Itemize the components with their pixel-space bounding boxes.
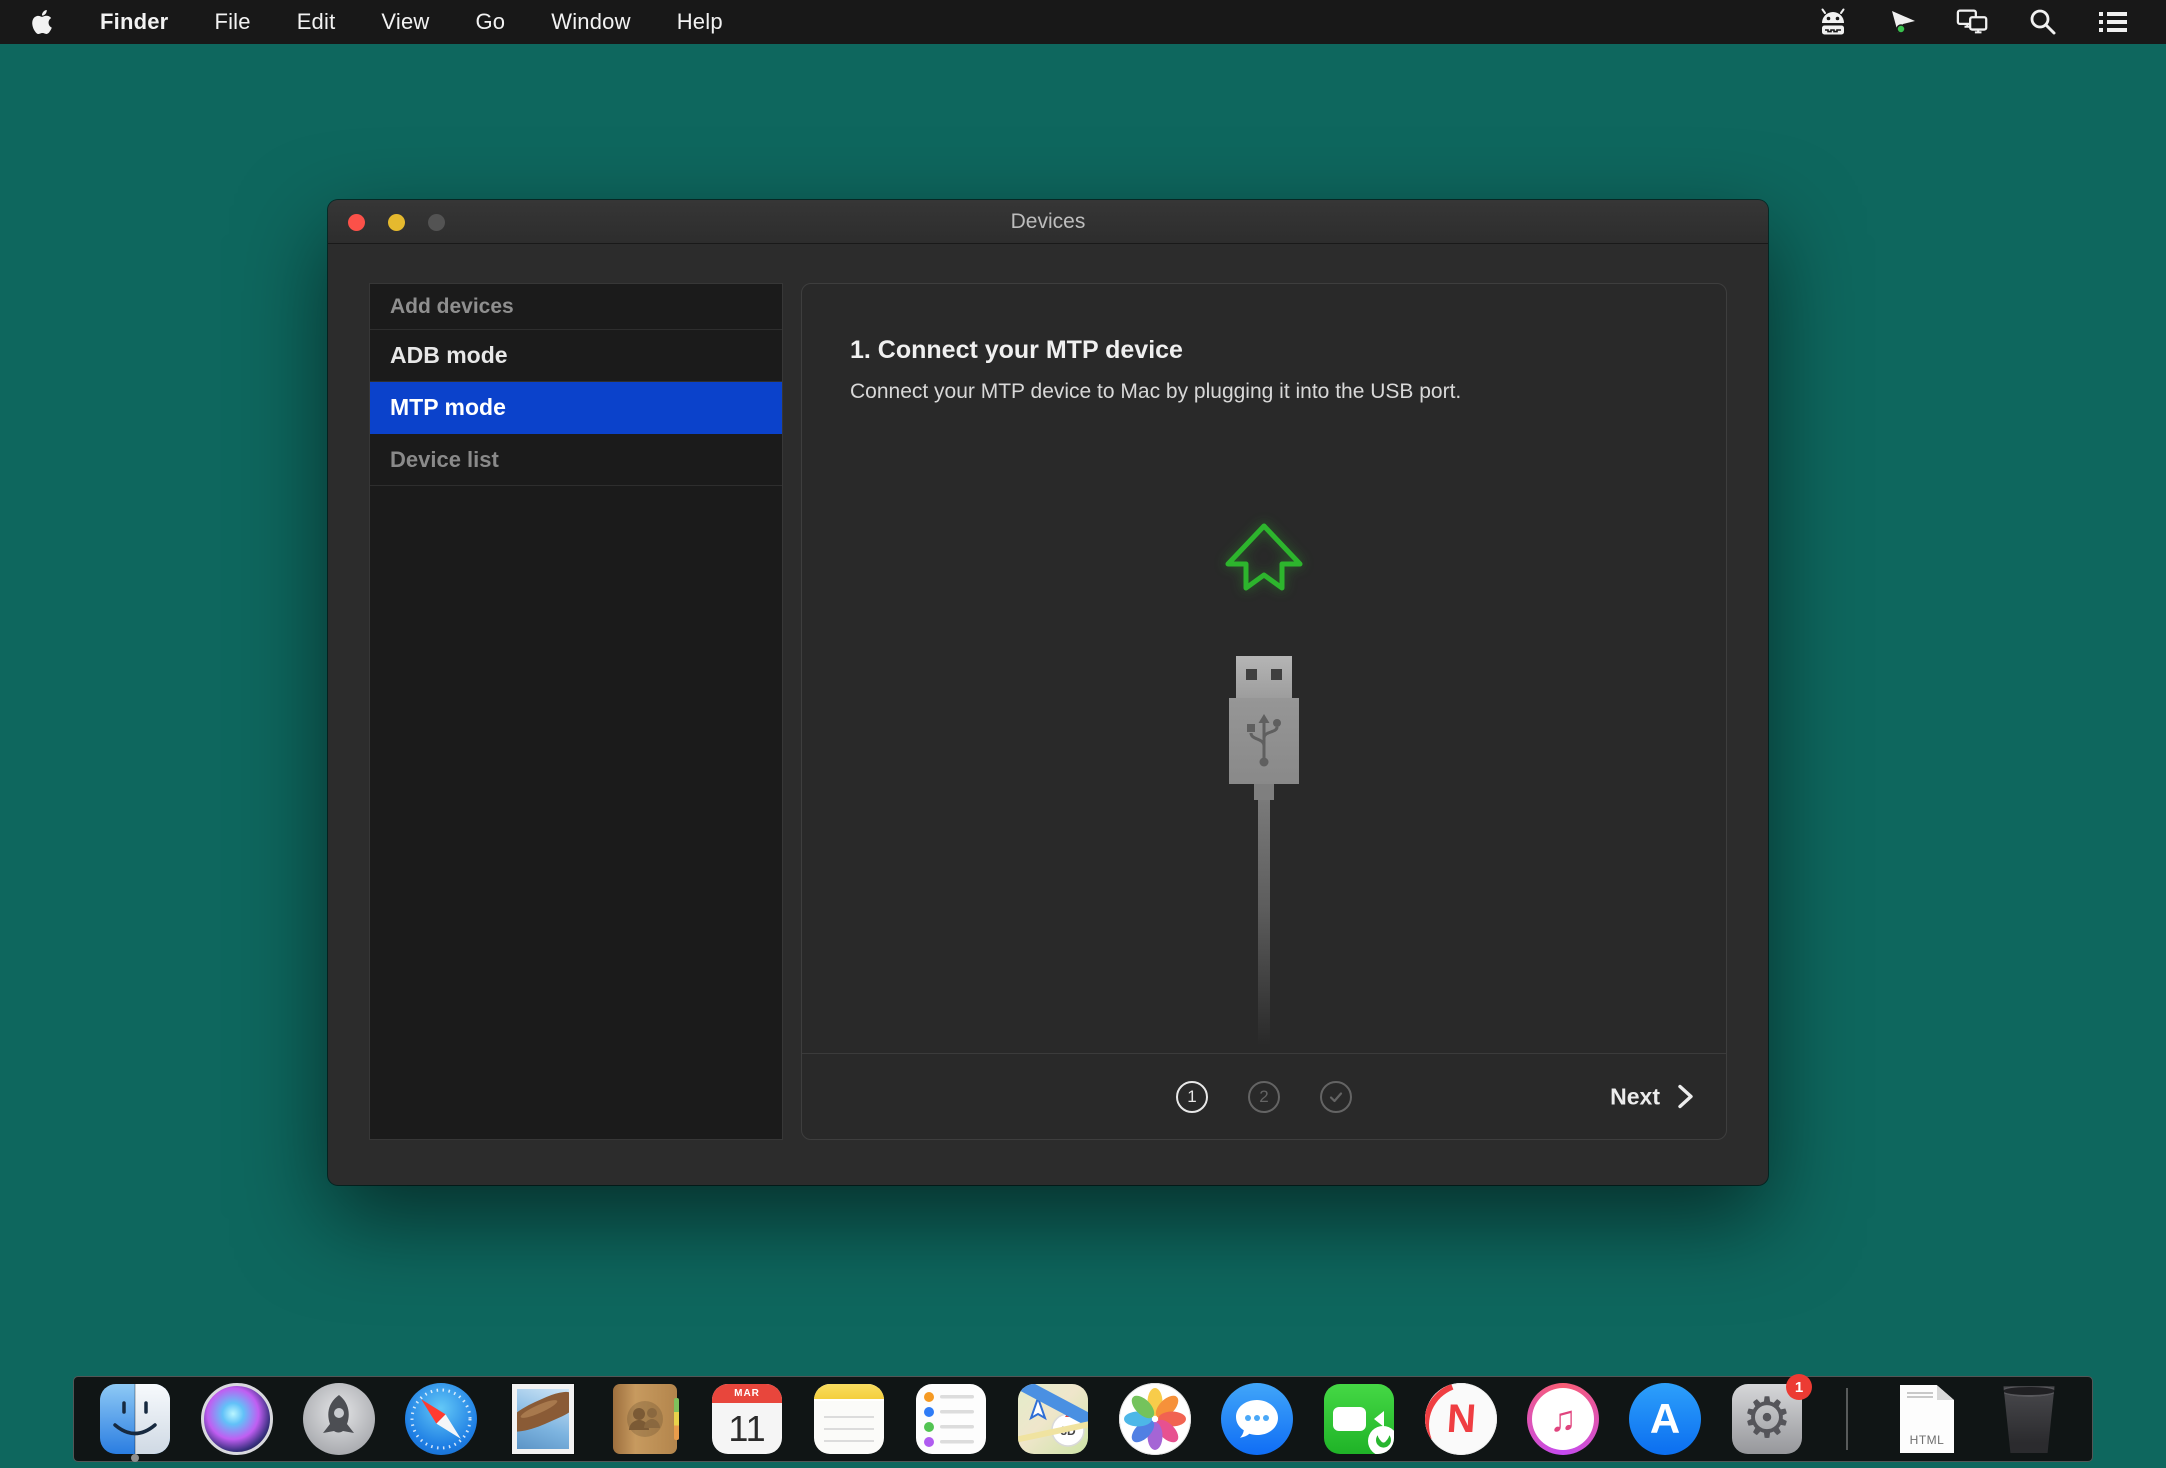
menu-item-go[interactable]: Go xyxy=(476,9,506,35)
displays-icon[interactable] xyxy=(1956,7,1990,37)
green-up-arrow-icon xyxy=(1224,522,1304,642)
html-file-label: HTML xyxy=(1900,1433,1954,1447)
dock-item-calendar[interactable]: MAR 11 xyxy=(710,1382,784,1456)
music-icon: ♫ xyxy=(1527,1383,1599,1455)
mail-icon xyxy=(512,1384,574,1454)
dock-item-finder[interactable] xyxy=(98,1382,172,1456)
menu-item-window[interactable]: Window xyxy=(551,9,630,35)
step-indicator: 1 2 xyxy=(1176,1081,1352,1113)
trash-icon xyxy=(2000,1385,2058,1453)
dock-item-trash[interactable] xyxy=(1992,1382,2066,1456)
calendar-icon: MAR 11 xyxy=(712,1384,782,1454)
dock-item-app-store[interactable]: A xyxy=(1628,1382,1702,1456)
facetime-icon xyxy=(1324,1384,1394,1454)
photos-icon xyxy=(1119,1383,1191,1455)
contacts-icon xyxy=(613,1384,677,1454)
html-file-icon: HTML xyxy=(1900,1385,1954,1453)
news-letter: N xyxy=(1445,1397,1477,1442)
calendar-day: 11 xyxy=(712,1403,782,1454)
finder-icon xyxy=(100,1384,170,1454)
sidebar-item-device-list[interactable]: Device list xyxy=(370,434,782,486)
next-button[interactable]: Next xyxy=(1610,1083,1696,1110)
sidebar-item-mtp-mode[interactable]: MTP mode xyxy=(370,382,782,434)
dock-item-messages[interactable] xyxy=(1220,1382,1294,1456)
dock-item-launchpad[interactable] xyxy=(302,1382,376,1456)
zoom-button xyxy=(428,214,445,231)
usb-trident-icon xyxy=(1238,706,1290,776)
menu-item-help[interactable]: Help xyxy=(677,9,723,35)
dock-item-facetime[interactable] xyxy=(1322,1382,1396,1456)
notes-icon xyxy=(814,1384,884,1454)
news-icon: N xyxy=(1425,1383,1497,1455)
menu-item-file[interactable]: File xyxy=(214,9,250,35)
dock-item-news[interactable]: N xyxy=(1424,1382,1498,1456)
calendar-month: MAR xyxy=(712,1384,782,1403)
title-bar[interactable]: Devices xyxy=(328,200,1768,244)
dock-item-system-preferences[interactable]: ⚙ 1 xyxy=(1730,1382,1804,1456)
apple-logo-icon xyxy=(30,9,54,35)
step-2-indicator: 2 xyxy=(1248,1081,1280,1113)
music-note-glyph: ♫ xyxy=(1550,1398,1577,1440)
dock-item-reminders[interactable] xyxy=(914,1382,988,1456)
menu-item-edit[interactable]: Edit xyxy=(297,9,336,35)
dock-item-music[interactable]: ♫ xyxy=(1526,1382,1600,1456)
window-title: Devices xyxy=(328,210,1768,234)
apple-menu[interactable] xyxy=(30,9,54,35)
step-done-indicator xyxy=(1320,1081,1352,1113)
sidebar: Add devices ADB mode MTP mode Device lis… xyxy=(369,283,783,1140)
dock-item-safari[interactable] xyxy=(404,1382,478,1456)
desktop: Finder File Edit View Go Window Help xyxy=(0,0,2166,1468)
screen-share-icon[interactable] xyxy=(1886,7,1920,37)
messages-icon xyxy=(1221,1383,1293,1455)
dock-item-siri[interactable] xyxy=(200,1382,274,1456)
sidebar-header-add-devices: Add devices xyxy=(370,284,782,330)
menu-item-view[interactable]: View xyxy=(381,9,429,35)
step-title: 1. Connect your MTP device xyxy=(850,336,1183,365)
check-icon xyxy=(1328,1089,1344,1105)
notification-badge: 1 xyxy=(1786,1374,1812,1400)
app-store-letter: A xyxy=(1650,1395,1680,1443)
launchpad-icon xyxy=(303,1383,375,1455)
sidebar-item-adb-mode[interactable]: ADB mode xyxy=(370,330,782,382)
minimize-button[interactable] xyxy=(388,214,405,231)
menu-item-finder[interactable]: Finder xyxy=(100,9,168,35)
step-1-indicator: 1 xyxy=(1176,1081,1208,1113)
gear-icon: ⚙ xyxy=(1742,1391,1792,1447)
dock-divider xyxy=(1846,1388,1848,1450)
devices-window: Devices Add devices ADB mode MTP mode De… xyxy=(328,200,1768,1185)
dock: MAR 11 xyxy=(73,1376,2093,1462)
usb-illustration xyxy=(802,284,1726,1139)
usb-plug-icon xyxy=(1229,656,1299,1045)
maps-icon: 3D xyxy=(1018,1384,1088,1454)
dock-item-mail[interactable] xyxy=(506,1382,580,1456)
safari-icon xyxy=(405,1383,477,1455)
dock-item-html-file[interactable]: HTML xyxy=(1890,1382,1964,1456)
app-store-icon: A xyxy=(1629,1383,1701,1455)
android-icon[interactable] xyxy=(1816,7,1850,37)
reminders-icon xyxy=(916,1384,986,1454)
siri-icon xyxy=(201,1383,273,1455)
dock-item-maps[interactable]: 3D xyxy=(1016,1382,1090,1456)
menu-bar: Finder File Edit View Go Window Help xyxy=(0,0,2166,44)
dock-item-photos[interactable] xyxy=(1118,1382,1192,1456)
close-button[interactable] xyxy=(348,214,365,231)
next-label: Next xyxy=(1610,1083,1660,1110)
content-panel: 1. Connect your MTP device Connect your … xyxy=(801,283,1727,1140)
step-description: Connect your MTP device to Mac by pluggi… xyxy=(850,380,1461,404)
list-icon[interactable] xyxy=(2096,7,2130,37)
search-icon[interactable] xyxy=(2026,7,2060,37)
wizard-footer: 1 2 Next xyxy=(802,1053,1726,1139)
usb-cable xyxy=(1258,800,1270,1045)
chevron-right-icon xyxy=(1674,1084,1696,1110)
dock-item-contacts[interactable] xyxy=(608,1382,682,1456)
dock-item-notes[interactable] xyxy=(812,1382,886,1456)
